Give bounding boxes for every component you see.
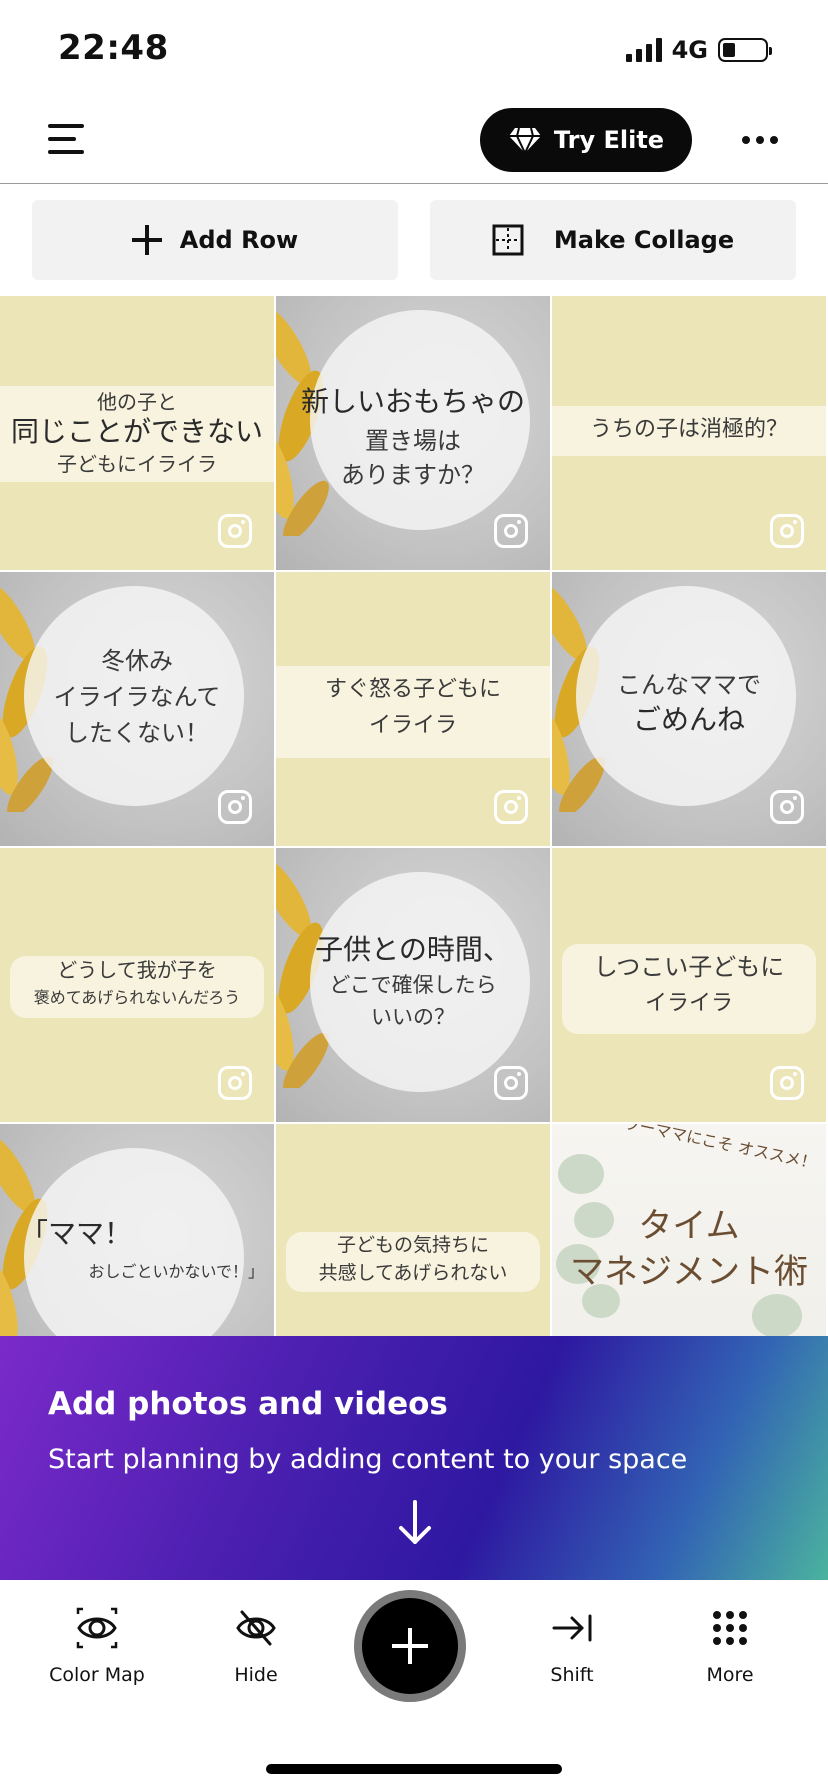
hide-label: Hide <box>234 1664 278 1686</box>
post-caption-line: 同じことができない <box>10 415 263 448</box>
hamburger-menu-icon[interactable] <box>48 124 86 154</box>
instagram-icon <box>494 1066 528 1100</box>
grid-post[interactable]: 子どもの気持ちに 共感してあげられない <box>276 1124 550 1336</box>
post-caption-line: いいの？ <box>371 1005 455 1029</box>
instagram-icon <box>494 514 528 548</box>
shift-button[interactable]: Shift <box>507 1606 637 1686</box>
diamond-icon <box>508 127 541 154</box>
post-caption-line: イライラ <box>644 991 733 1016</box>
grid-post[interactable]: どうして我が子を 褒めてあげられないんだろう <box>0 848 274 1122</box>
post-caption-line: ごめんね <box>632 703 745 736</box>
instagram-icon <box>770 514 804 548</box>
arrow-right-to-bar-icon <box>552 1614 592 1642</box>
add-post-button[interactable] <box>354 1590 466 1702</box>
post-caption-line: すぐ怒る子どもに <box>324 677 501 702</box>
leaf-decoration <box>558 1154 604 1194</box>
more-options-icon[interactable] <box>742 136 778 144</box>
color-map-button[interactable]: Color Map <box>32 1606 162 1686</box>
post-caption-line: どこで確保したら <box>329 973 497 997</box>
add-row-button[interactable]: Add Row <box>32 200 398 280</box>
grid-post[interactable]: すぐ怒る子どもに イライラ <box>276 572 550 846</box>
app-header: Try Elite <box>0 100 828 184</box>
post-caption-line: 「ママ！ <box>20 1217 133 1250</box>
post-caption-line: おしごといかないで！」 <box>88 1262 264 1281</box>
plus-icon <box>131 225 162 255</box>
hide-button[interactable]: Hide <box>191 1606 321 1686</box>
grid-post[interactable]: うちの子は消極的？ <box>552 296 826 570</box>
network-type: 4G <box>671 36 708 64</box>
signal-icon <box>625 38 662 62</box>
instagram-icon <box>770 790 804 824</box>
post-caption-line: タイム <box>638 1206 740 1246</box>
post-caption-line: 子供との時間、 <box>315 933 511 966</box>
leaf-decoration <box>752 1294 802 1336</box>
more-button[interactable]: More <box>665 1606 795 1686</box>
grid-post[interactable]: 「ママ！ おしごといかないで！」 <box>0 1124 274 1336</box>
text-circle <box>310 310 530 530</box>
post-caption-line: したくない！ <box>65 719 209 747</box>
instagram-icon <box>770 1066 804 1100</box>
post-caption-line: 子どもの気持ちに <box>336 1234 489 1256</box>
grid-post[interactable]: 新しいおもちゃの 置き場は ありますか？ <box>276 296 550 570</box>
post-caption-line: イライラなんて <box>53 683 221 711</box>
post-caption-line: 置き場は <box>365 427 461 455</box>
make-collage-button[interactable]: Make Collage <box>430 200 796 280</box>
post-caption-line: ワーママにこそ オススメ！ <box>621 1124 819 1173</box>
instagram-icon <box>494 790 528 824</box>
grid-post[interactable]: 子供との時間、 どこで確保したら いいの？ <box>276 848 550 1122</box>
grid-post[interactable]: しつこい子どもに イライラ <box>552 848 826 1122</box>
grid-post[interactable]: ワーママにこそ オススメ！ タイム マネジメント術 <box>552 1124 826 1336</box>
post-caption-line: 共感してあげられない <box>318 1262 508 1284</box>
collage-grid-icon <box>492 224 524 256</box>
try-elite-label: Try Elite <box>553 126 665 154</box>
post-grid: 他の子と 同じことができない 子どもにイライラ 新しいおもちゃの 置き場は あり… <box>0 296 828 1336</box>
post-caption-line: ありますか？ <box>341 461 485 489</box>
home-indicator <box>266 1764 562 1774</box>
post-caption-line: 冬休み <box>101 647 173 675</box>
post-caption-line: うちの子は消極的？ <box>589 417 788 442</box>
grid-post[interactable]: 冬休み イライラなんて したくない！ <box>0 572 274 846</box>
post-caption-line: こんなママで <box>617 671 761 699</box>
instagram-icon <box>218 1066 252 1100</box>
grid-post[interactable]: 他の子と 同じことができない 子どもにイライラ <box>0 296 274 570</box>
post-caption-line: どうして我が子を <box>57 958 217 982</box>
action-row: Add Row Make Collage <box>0 200 828 280</box>
try-elite-button[interactable]: Try Elite <box>480 108 692 172</box>
instagram-icon <box>218 790 252 824</box>
post-caption-line: しつこい子どもに <box>593 953 785 981</box>
bottom-toolbar: Color Map Hide Shift More <box>0 1580 828 1792</box>
banner-title: Add photos and videos <box>48 1386 448 1422</box>
battery-icon <box>718 38 772 62</box>
grid-post[interactable]: こんなママで ごめんね <box>552 572 826 846</box>
post-caption-line: 褒めてあげられないんだろう <box>33 988 241 1007</box>
make-collage-label: Make Collage <box>553 226 735 254</box>
post-caption-line: 新しいおもちゃの <box>300 385 525 418</box>
arrow-down-icon <box>399 1500 431 1544</box>
banner-subtitle: Start planning by adding content to your… <box>48 1444 688 1475</box>
grid-dots-icon <box>713 1611 747 1645</box>
post-caption-line: 子どもにイライラ <box>57 452 217 476</box>
color-map-label: Color Map <box>49 1664 145 1686</box>
status-indicators: 4G <box>625 36 772 64</box>
post-caption-line: 他の子と <box>97 390 177 414</box>
status-time: 22:48 <box>58 28 169 68</box>
eye-icon <box>76 1607 118 1649</box>
eye-slash-icon <box>236 1610 276 1646</box>
shift-label: Shift <box>550 1664 594 1686</box>
add-content-banner[interactable]: Add photos and videos Start planning by … <box>0 1336 828 1580</box>
more-label: More <box>706 1664 754 1686</box>
post-caption-line: マネジメント術 <box>570 1252 808 1292</box>
status-bar: 22:48 4G <box>0 0 828 100</box>
post-caption-line: イライラ <box>368 713 457 738</box>
add-row-label: Add Row <box>179 226 299 254</box>
instagram-icon <box>218 514 252 548</box>
